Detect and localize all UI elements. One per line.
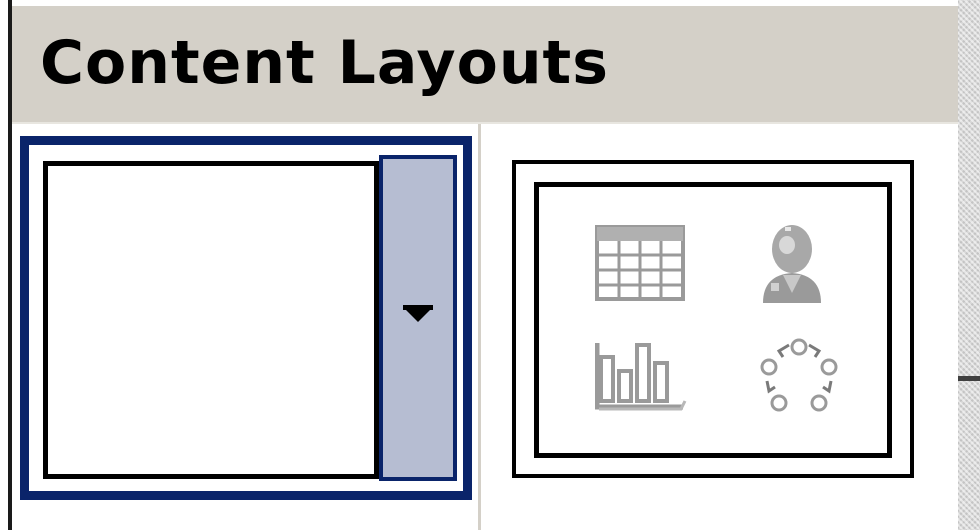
chevron-down-icon [405, 309, 431, 322]
insert-diagram-icon[interactable] [759, 337, 839, 417]
layout-gallery [12, 124, 958, 530]
layout-dropdown-button[interactable] [379, 155, 457, 481]
section-header: Content Layouts [12, 6, 958, 124]
desktop-background: Content Layouts [0, 0, 980, 530]
slide-layout-task-pane: Content Layouts [8, 0, 958, 530]
content-layout-thumbnail [534, 182, 892, 458]
section-title: Content Layouts [40, 28, 609, 98]
insert-clip-art-icon[interactable] [757, 219, 827, 305]
insert-table-icon[interactable] [595, 225, 685, 301]
blank-layout-thumbnail [43, 161, 379, 479]
gallery-divider [478, 124, 481, 530]
layout-item-content[interactable] [512, 160, 914, 478]
scrollbar-edge [958, 376, 980, 381]
insert-chart-icon[interactable] [595, 335, 687, 415]
layout-item-blank[interactable] [20, 136, 472, 500]
window-left-edge [0, 0, 8, 530]
